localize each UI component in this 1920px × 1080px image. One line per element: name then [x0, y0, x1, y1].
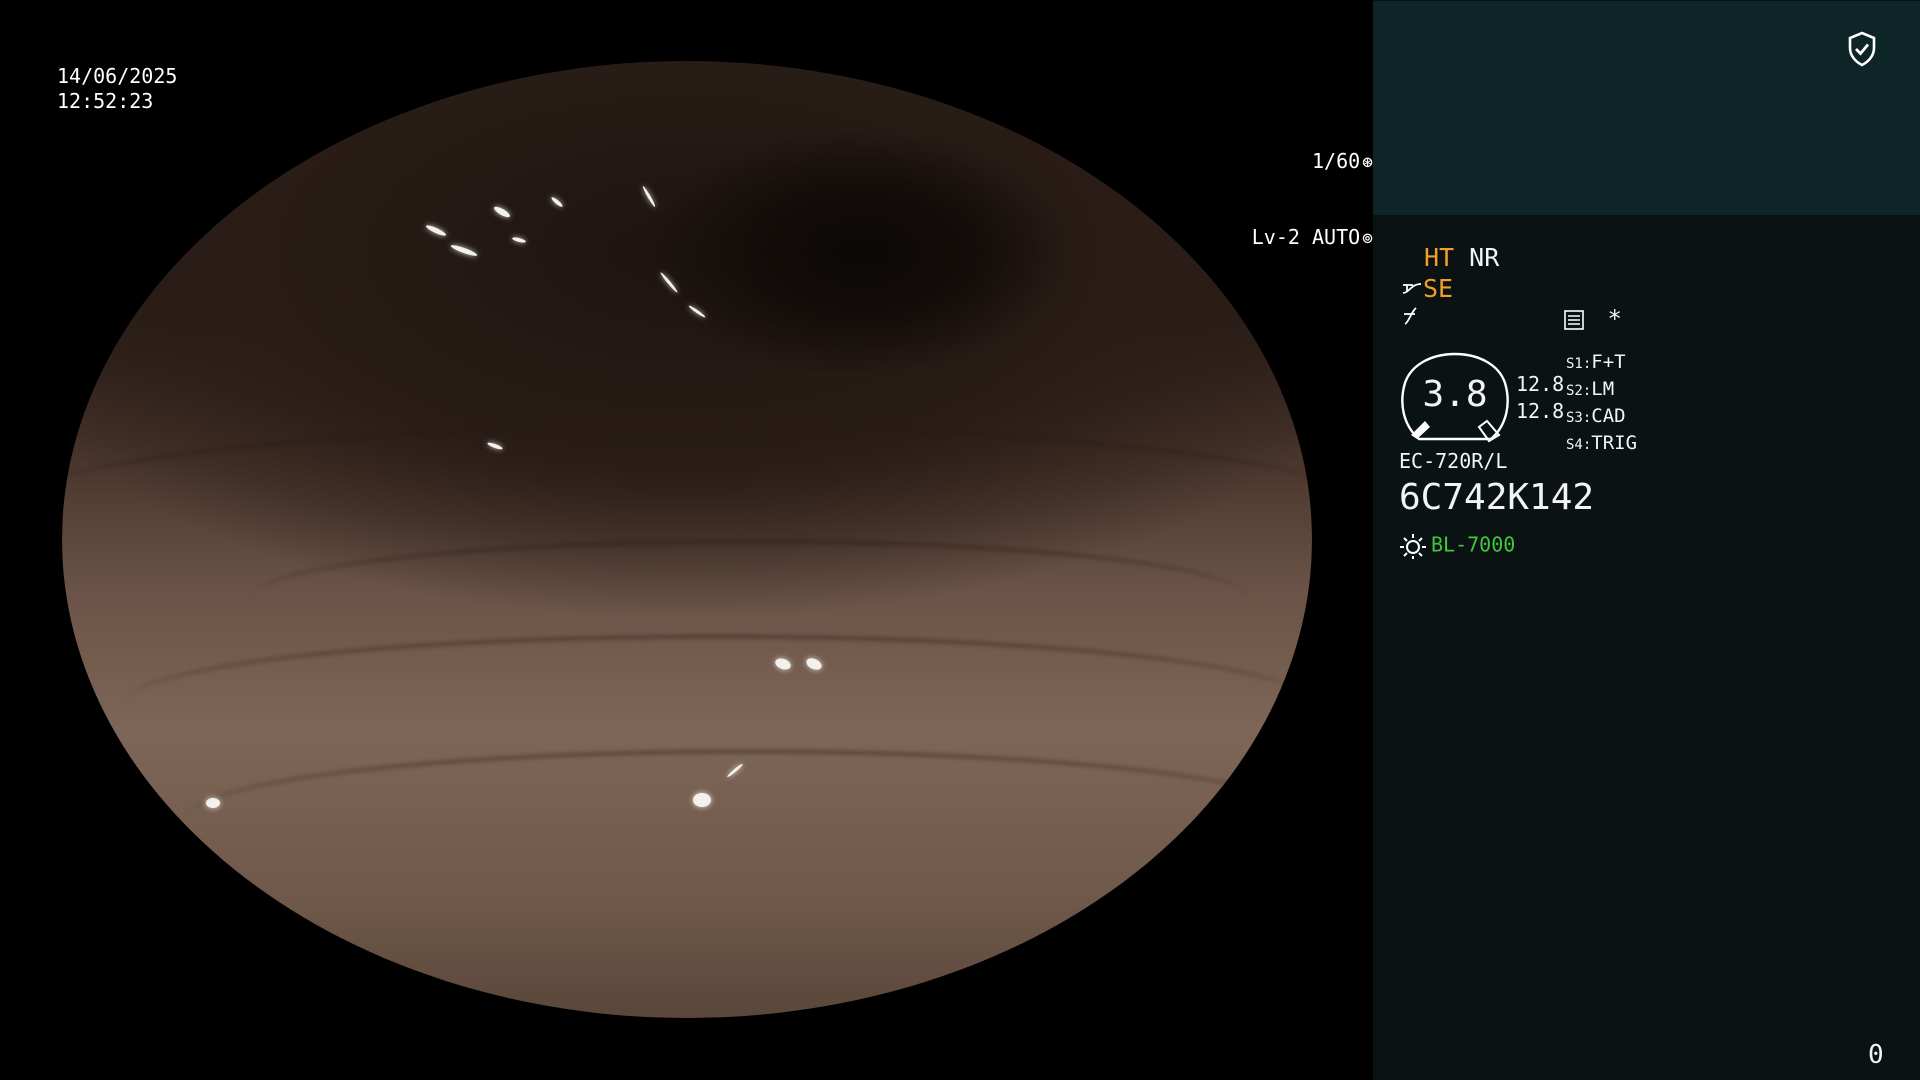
info-panel: HT NR SE * 3.8 12.8 12.8 S1:F+T S2:LM S3…: [1373, 0, 1920, 1080]
tone-curve-icon: [1404, 307, 1417, 325]
gauge-value: 3.8: [1422, 374, 1488, 415]
settings-icons: *: [1563, 305, 1622, 333]
switch-assignments: S1:F+T S2:LM S3:CAD S4:TRIG: [1566, 350, 1637, 458]
enhance-curve-icon: [1402, 283, 1422, 294]
switch-value: TRIG: [1591, 432, 1638, 454]
panel-header: [1373, 1, 1920, 215]
switch-key: S1:: [1566, 356, 1592, 372]
light-reflection: [687, 304, 707, 319]
light-source-icon: [1400, 534, 1426, 559]
switch-value: F+T: [1591, 351, 1626, 373]
gauge-lower-value: 12.8: [1516, 399, 1565, 423]
gauge-readings: 12.8 12.8: [1516, 371, 1564, 425]
light-source-row: BL-7000: [1399, 532, 1515, 560]
frame-counter: 0: [1868, 1040, 1884, 1070]
switch-row: S4:TRIG: [1566, 431, 1637, 458]
shield-check-icon: [1848, 31, 1876, 67]
switch-key: S3:: [1566, 410, 1592, 426]
switch-row: S3:CAD: [1566, 404, 1637, 431]
nr-mode-label: NR: [1469, 243, 1500, 272]
scope-serial-text: 6C742K142: [1399, 477, 1595, 518]
mode-row-ht-nr: HT NR: [1424, 243, 1499, 272]
se-mode-label: SE: [1423, 274, 1454, 303]
mode-row-curve: [1401, 303, 1423, 332]
switch-value: LM: [1591, 378, 1615, 400]
menu-list-icon: [1564, 310, 1584, 330]
gauge-upper-value: 12.8: [1516, 372, 1565, 396]
ht-mode-label: HT: [1424, 243, 1455, 272]
aperture-icon: ⊛: [1362, 152, 1373, 173]
shutter-line: 1/60 ⊛: [53, 149, 1373, 175]
switch-row: S1:F+T: [1566, 350, 1637, 377]
mode-row-se: SE: [1401, 274, 1453, 303]
switch-value: CAD: [1591, 405, 1626, 427]
auto-text: AUTO: [1311, 225, 1361, 249]
endoscope-view: 14/06/2025 12:52:23 1/60 ⊛ Lv-2 AUTO ⊚: [0, 0, 1373, 1080]
switch-key: S2:: [1566, 383, 1592, 399]
light-reflection: [205, 797, 220, 808]
exposure-info: 1/60 ⊛ Lv-2 AUTO ⊚: [53, 99, 1373, 301]
date-text: 14/06/2025: [57, 64, 178, 88]
switch-key: S4:: [1566, 437, 1592, 453]
mucosal-fold: [187, 750, 1312, 887]
switch-row: S2:LM: [1566, 377, 1637, 404]
level-text: Lv-2: [1251, 225, 1300, 249]
level-line: Lv-2 AUTO ⊚: [53, 225, 1373, 251]
star-indicator: *: [1607, 305, 1622, 333]
scope-model-text: EC-720R/L: [1399, 449, 1508, 473]
iris-icon: ⊚: [1362, 228, 1373, 249]
shutter-speed-text: 1/60: [1311, 149, 1361, 173]
light-source-model: BL-7000: [1431, 532, 1516, 557]
